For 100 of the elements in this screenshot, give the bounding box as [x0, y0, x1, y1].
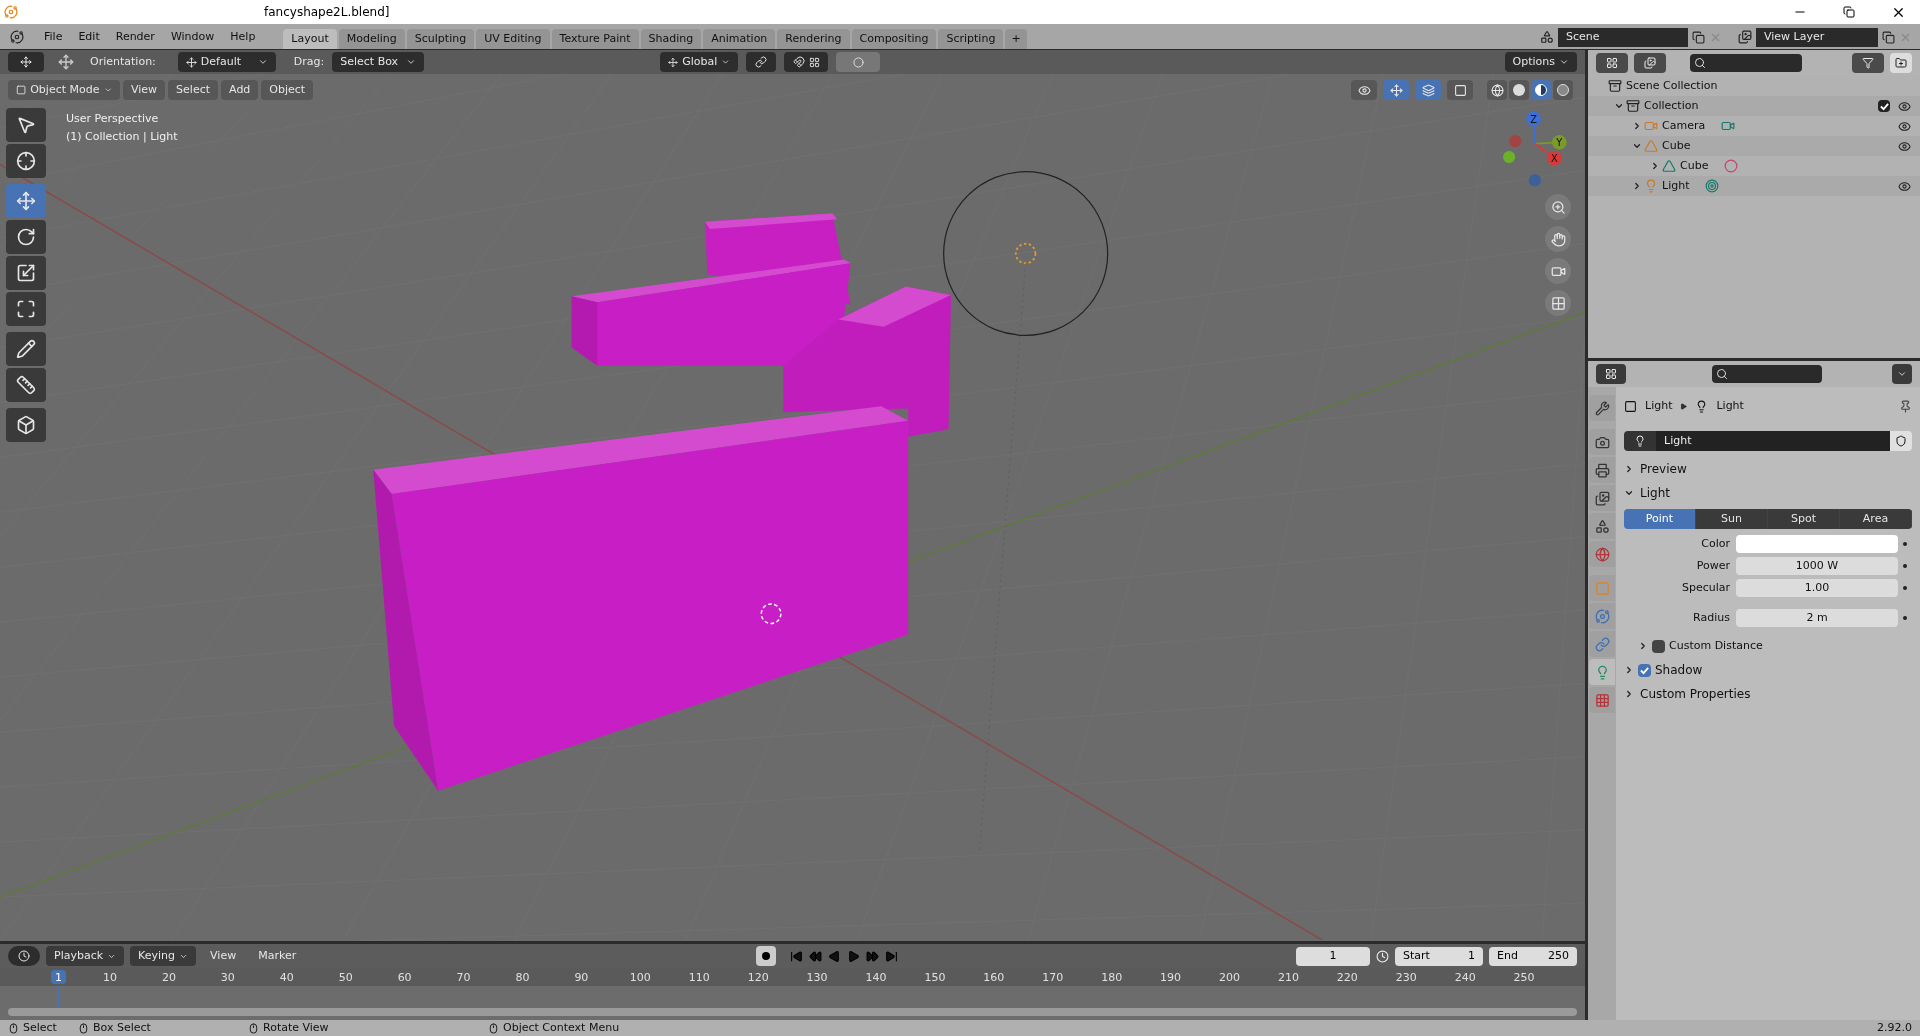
tool-button[interactable] — [6, 144, 46, 178]
tool-button[interactable] — [6, 408, 46, 442]
tool-button[interactable] — [6, 332, 46, 366]
properties-tab[interactable] — [1589, 485, 1615, 511]
menu-item[interactable]: Add — [221, 80, 259, 100]
light-type-tab[interactable]: Area — [1840, 509, 1912, 529]
panel-header[interactable]: Preview — [1640, 460, 1687, 478]
filter-button[interactable] — [1852, 53, 1884, 73]
menu-item[interactable]: Help — [222, 28, 264, 46]
workspace-tab[interactable]: Layout — [283, 29, 337, 49]
menu-item[interactable]: View — [123, 80, 166, 100]
eye-icon[interactable] — [1898, 99, 1911, 113]
play-icon[interactable] — [847, 949, 861, 963]
number-field[interactable]: 1000 W — [1736, 557, 1898, 575]
fake-user-button[interactable] — [1890, 431, 1912, 451]
play-reverse-icon[interactable] — [828, 949, 842, 963]
view-layer-field[interactable]: View Layer — [1756, 27, 1878, 47]
checkbox[interactable] — [1878, 100, 1890, 112]
shading-button[interactable] — [1509, 80, 1529, 100]
outliner-item[interactable]: Cube — [1680, 157, 1709, 175]
transform-orientation-dropdown[interactable]: Global — [660, 52, 739, 72]
search-field[interactable] — [1690, 54, 1802, 72]
navigation-button[interactable] — [1545, 258, 1571, 284]
workspace-tab[interactable]: Modeling — [338, 29, 405, 49]
panel-header[interactable]: Custom Properties — [1640, 685, 1751, 703]
menu-item[interactable]: File — [36, 28, 71, 46]
checkbox[interactable] — [1638, 663, 1651, 677]
datablock-name-field[interactable]: Light — [1656, 431, 1890, 451]
panel-header[interactable]: Light — [1640, 484, 1670, 502]
menu-item[interactable]: View — [202, 947, 245, 965]
workspace-tab[interactable]: Scripting — [938, 29, 1004, 49]
toggle-button[interactable] — [1447, 80, 1473, 100]
workspace-tab[interactable]: Sculpting — [406, 29, 475, 49]
copy-icon[interactable] — [1882, 30, 1895, 44]
properties-tab[interactable] — [1589, 395, 1615, 421]
navigation-button[interactable] — [1545, 290, 1571, 316]
tool-button[interactable] — [6, 256, 46, 290]
display-mode-button[interactable] — [1596, 53, 1628, 73]
search-field[interactable] — [1712, 365, 1822, 383]
menu-item[interactable]: Select — [168, 80, 219, 100]
app-logo-icon[interactable] — [10, 30, 24, 44]
eye-icon[interactable] — [1898, 119, 1911, 133]
toggle-button[interactable] — [1415, 80, 1441, 100]
toggle-button[interactable] — [1383, 80, 1409, 100]
record-button[interactable] — [756, 946, 777, 966]
restore-icon[interactable] — [1843, 6, 1855, 18]
checkbox[interactable] — [1652, 639, 1665, 653]
view-layer-icon[interactable] — [1738, 30, 1752, 44]
menu-item[interactable]: Object — [261, 80, 314, 100]
workspace-tab[interactable]: UV Editing — [476, 29, 550, 49]
tool-button[interactable] — [6, 108, 46, 142]
filter-mode-button[interactable] — [1634, 53, 1666, 73]
rewind-icon[interactable] — [809, 949, 823, 963]
properties-tab[interactable] — [1589, 429, 1615, 455]
stopwatch-icon[interactable] — [1376, 949, 1389, 963]
light-type-tab[interactable]: Sun — [1696, 509, 1768, 529]
drag-dropdown[interactable]: Select Box — [332, 52, 425, 72]
pin-icon[interactable] — [1899, 399, 1912, 413]
outliner-item[interactable]: Camera — [1662, 117, 1706, 135]
toggle-button[interactable] — [1351, 80, 1377, 100]
fast-forward-icon[interactable] — [866, 949, 880, 963]
proportional-edit-button[interactable] — [836, 52, 881, 72]
number-field[interactable]: 1.00 — [1736, 579, 1898, 597]
mode-dropdown[interactable]: Object Mode — [8, 80, 120, 100]
tool-button[interactable] — [6, 220, 46, 254]
navigation-button[interactable] — [1545, 226, 1571, 252]
workspace-tab[interactable]: Shading — [640, 29, 702, 49]
eye-icon[interactable] — [1898, 139, 1911, 153]
scene-icon[interactable] — [1540, 30, 1554, 44]
properties-tab[interactable] — [1589, 457, 1615, 483]
editor-type-button[interactable] — [8, 946, 40, 966]
skip-back-icon[interactable] — [790, 949, 804, 963]
outliner-item[interactable]: Light — [1662, 177, 1690, 195]
menu-dropdown[interactable]: Playback — [46, 946, 125, 966]
tool-button[interactable] — [6, 368, 46, 402]
current-frame-field[interactable]: 1 — [1296, 946, 1370, 966]
snap-button[interactable] — [784, 52, 829, 72]
orientation-dropdown[interactable]: Default — [177, 52, 276, 72]
end-frame-value[interactable]: 250 — [1548, 947, 1569, 965]
menu-item[interactable]: Window — [162, 28, 223, 46]
menu-item[interactable]: Marker — [250, 947, 305, 965]
panel-header[interactable]: Shadow — [1655, 661, 1703, 679]
panel-header[interactable]: Custom Distance — [1669, 637, 1763, 655]
playhead-frame[interactable]: 1 — [51, 970, 66, 984]
light-type-tab[interactable]: Spot — [1768, 509, 1840, 529]
eye-icon[interactable] — [1898, 179, 1911, 193]
workspace-tab[interactable]: Rendering — [777, 29, 850, 49]
skip-forward-icon[interactable] — [885, 949, 899, 963]
outliner-item[interactable]: Cube — [1662, 137, 1691, 155]
menu-dropdown[interactable]: Keying — [130, 946, 197, 966]
shading-button[interactable] — [1531, 80, 1551, 100]
copy-icon[interactable] — [1692, 30, 1705, 44]
datablock-browse-button[interactable] — [1624, 431, 1656, 451]
number-field[interactable]: 2 m — [1736, 609, 1898, 627]
workspace-tab[interactable]: Animation — [703, 29, 776, 49]
light-type-tab[interactable]: Point — [1624, 509, 1696, 529]
pivot-button[interactable] — [746, 52, 777, 72]
editor-type-button[interactable] — [1596, 364, 1626, 384]
add-workspace-button[interactable]: + — [1005, 29, 1027, 49]
menu-item[interactable]: Edit — [70, 28, 108, 46]
